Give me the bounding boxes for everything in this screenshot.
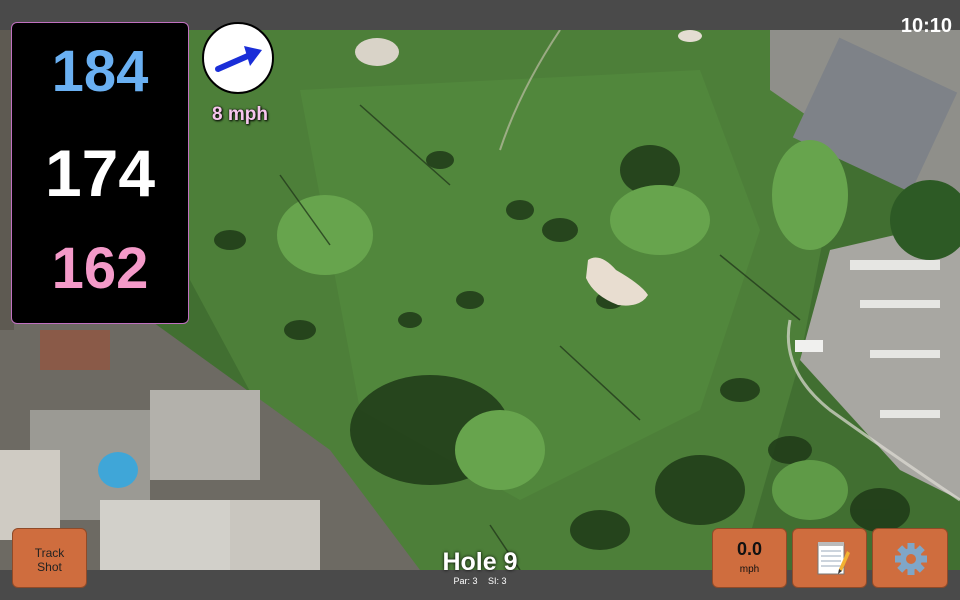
notepad-icon <box>817 542 850 575</box>
stroke-index-label: SI: 3 <box>488 576 507 586</box>
track-shot-button[interactable]: Track Shot <box>12 528 87 588</box>
wind-indicator <box>202 22 274 94</box>
track-shot-label-line2: Shot <box>37 560 62 574</box>
hole-title: Hole 9 <box>442 548 518 576</box>
gear-icon <box>895 543 927 575</box>
speed-unit: mph <box>739 564 760 575</box>
speed-button[interactable]: 0.0 mph <box>712 528 787 588</box>
notes-button[interactable] <box>792 528 867 588</box>
settings-button[interactable] <box>872 528 948 588</box>
hole-details: Par: 3 SI: 3 <box>380 576 580 586</box>
middle-distance: 174 <box>44 136 156 210</box>
par-label: Par: 3 <box>453 576 478 586</box>
clock: 10:10 <box>900 15 952 37</box>
distance-panel: 184 174 162 <box>11 22 189 324</box>
wind-speed: 8 mph <box>212 104 268 125</box>
speed-value: 0.0 <box>736 539 763 559</box>
front-distance: 162 <box>51 236 149 301</box>
back-distance: 184 <box>51 39 149 104</box>
track-shot-label-line1: Track <box>34 546 65 560</box>
arrow-icon <box>215 46 262 72</box>
